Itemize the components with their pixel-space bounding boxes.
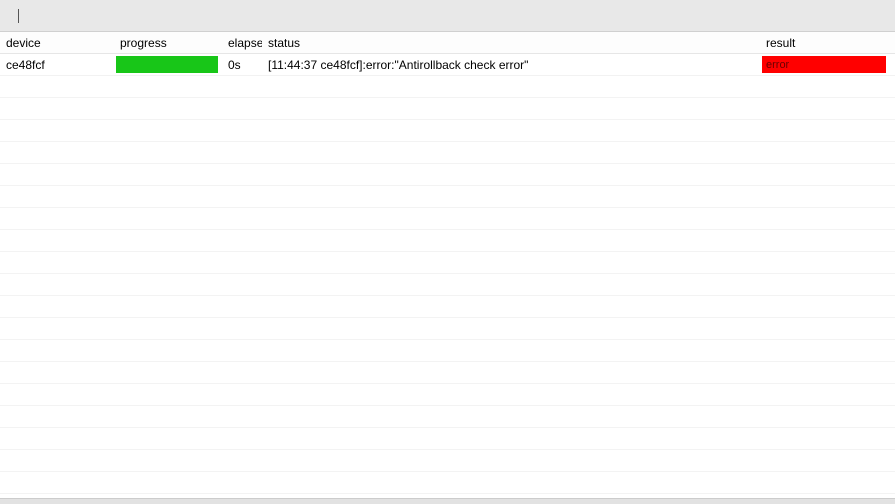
table-row-empty — [0, 76, 895, 98]
horizontal-scrollbar[interactable] — [0, 498, 895, 504]
table-row-empty — [0, 340, 895, 362]
col-header-elapse[interactable]: elapse — [222, 36, 262, 50]
table-row-empty — [0, 318, 895, 340]
device-table: device progress elapse status result ce4… — [0, 32, 895, 494]
table-row-empty — [0, 120, 895, 142]
cell-progress — [114, 54, 222, 75]
table-header-row: device progress elapse status result — [0, 32, 895, 54]
table-row-empty — [0, 296, 895, 318]
table-row-empty — [0, 406, 895, 428]
cell-status: [11:44:37 ce48fcf]:error:"Antirollback c… — [262, 58, 760, 72]
table-row-empty — [0, 208, 895, 230]
result-badge: error — [762, 56, 886, 73]
col-header-result[interactable]: result — [760, 36, 890, 50]
table-row-empty — [0, 362, 895, 384]
cell-device: ce48fcf — [0, 58, 114, 72]
col-header-status[interactable]: status — [262, 36, 760, 50]
table-row-empty — [0, 428, 895, 450]
cell-result: error — [760, 54, 890, 75]
cell-elapse: 0s — [222, 58, 262, 72]
table-row-empty — [0, 252, 895, 274]
table-row[interactable]: ce48fcf 0s[11:44:37 ce48fcf]:error:"Antir… — [0, 54, 895, 76]
table-row-empty — [0, 450, 895, 472]
table-row-empty — [0, 274, 895, 296]
col-header-progress[interactable]: progress — [114, 36, 222, 50]
col-header-device[interactable]: device — [0, 36, 114, 50]
table-row-empty — [0, 186, 895, 208]
text-cursor — [18, 9, 19, 23]
table-row-empty — [0, 164, 895, 186]
progress-bar — [116, 56, 218, 73]
table-row-empty — [0, 472, 895, 494]
table-row-empty — [0, 230, 895, 252]
table-row-empty — [0, 142, 895, 164]
table-row-empty — [0, 98, 895, 120]
table-row-empty — [0, 384, 895, 406]
top-bar — [0, 0, 895, 32]
